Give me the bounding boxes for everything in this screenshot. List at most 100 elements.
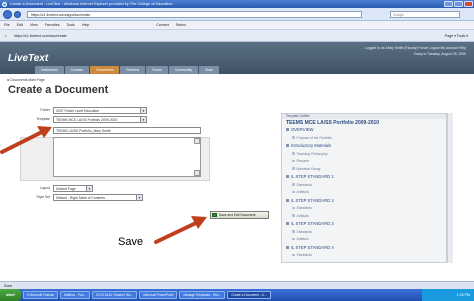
template-outline-panel: Template Outline TEEMS MCE LA/SS Portfol… [281,113,447,263]
save-icon [212,213,217,217]
select-button[interactable]: Select [176,23,186,27]
folder-value: 2007 Folder Level Education [56,109,100,113]
menu-edit[interactable]: Edit [17,23,23,27]
menu-file[interactable]: File [4,23,10,27]
section-icon [286,175,289,179]
convert-button[interactable]: Convert [156,23,169,27]
save-arrow-head [191,216,207,229]
outline-subitem[interactable]: Artifacts [292,237,309,241]
outline-item-label: OVERVIEW [291,127,314,132]
menu-bar: File Edit View Favorites Tools Help Conv… [0,21,474,30]
folder-label: Folder [40,108,50,112]
section-icon [286,222,289,226]
user-info: Logged in as: Mary Smith (Faculty) Forum… [365,45,466,57]
outline-subitem[interactable]: Resume [292,159,309,163]
favorites-star-icon[interactable]: ★ [4,34,7,38]
outline-subitem[interactable]: Standards [292,206,312,210]
address-bar: https://c1.livetext.com/app/doc/create G… [0,8,474,21]
outline-subitem[interactable]: Artifacts [292,190,309,194]
outline-subitem[interactable]: Standards [292,253,312,257]
menu-view[interactable]: View [30,23,38,27]
page-title: Create a Document [8,84,109,96]
folder-select[interactable]: 2007 Folder Level Education ▼ [53,107,147,114]
outline-subitem[interactable]: Teaching Philosophy [292,152,328,156]
tab-dashboard[interactable]: Dashboard [35,66,64,74]
page-icon [292,230,295,233]
tab-tools[interactable]: Tools [198,66,219,74]
site-header: LiveText Logged in as: Mary Smith (Facul… [0,42,474,74]
outline-scrollbar[interactable] [447,113,453,263]
outline-item-label: Introductory Materials [291,143,332,148]
date-line: Today is Tuesday, August 25, 2009 [413,52,466,56]
outline-item-label: Standards [296,182,312,187]
page-icon [292,190,295,194]
tab-reviews[interactable]: Reviews [120,66,146,74]
ie-icon [2,1,7,7]
tab-forms[interactable]: Forms [146,66,168,74]
description-textarea[interactable] [53,137,201,177]
tab-courses[interactable]: Courses [64,66,90,74]
section-icon [286,128,289,132]
menu-help[interactable]: Help [82,23,89,27]
status-bar: Done [0,281,474,289]
outline-subitem[interactable]: Purpose of the Portfolio [292,136,332,140]
outline-subitem[interactable]: Standards [292,230,312,234]
taskbar-item[interactable]: EDCI 5443: Teacher Wo... [92,291,138,299]
search-input[interactable]: Google [390,11,460,18]
outline-section[interactable]: IL STEP STANDARD 4 [286,245,334,250]
page-icon [292,237,295,241]
url-field[interactable]: https://c1.livetext.com/app/doc/create [27,11,362,18]
favorites-tab[interactable]: https://c1.livetext.com/doc/create [14,34,66,38]
page-icon [292,206,295,210]
taskbar-item[interactable]: 5 Microsoft Outlook [22,291,59,299]
page-icon [292,253,295,257]
system-tray: 1:25 PM [422,289,474,301]
layout-select[interactable]: Default Page ▼ [53,185,93,192]
outline-section[interactable]: IL STEP STANDARD 1 [286,174,334,179]
taskbar: start 5 Microsoft Outlook Mailbox - Pau.… [0,289,474,301]
breadcrumb[interactable]: ◄ Documents Main Page [6,78,45,82]
menu-favorites[interactable]: Favorites [45,23,60,27]
minimize-button[interactable] [444,1,453,7]
tab-community[interactable]: Community [168,66,198,74]
outline-section[interactable]: IL STEP STANDARD 2 [286,198,334,203]
close-button[interactable] [464,1,473,7]
save-and-edit-button[interactable]: Save and Edit Document [210,211,269,219]
outline-subitem[interactable]: Standards [292,183,312,187]
page-tools-menu[interactable]: Page ▾ Tools ▾ [445,30,468,42]
title-input[interactable]: TEEMS LA/SS Portfolio_Mary Smith [53,127,201,134]
template-select[interactable]: TEEMS MCE LA/SS Portfolio 2009-2010 ▼ [53,116,147,123]
status-text: Done [4,284,13,288]
save-annotation-label: Save [118,236,144,248]
scroll-down-icon[interactable] [194,170,200,176]
menu-tools[interactable]: Tools [66,23,74,27]
favorites-bar: ★ https://c1.livetext.com/doc/create Pag… [0,30,474,42]
main-nav: Dashboard Courses Documents Reviews Form… [35,66,219,74]
outline-item-label: Standards [296,229,312,234]
taskbar-item[interactable]: Mailbox - Pau... [60,291,91,299]
outline-subitem[interactable]: Narrative Essay [292,167,320,171]
outline-item-label: IL STEP STANDARD 3 [291,221,334,226]
taskbar-item-active[interactable]: Create a Document - Li... [227,291,271,299]
chevron-down-icon: ▼ [140,108,146,113]
forward-icon[interactable] [14,11,21,18]
outline-section[interactable]: Introductory Materials [286,143,331,148]
section-icon [286,245,289,249]
tab-documents[interactable]: Documents [90,66,120,74]
style-set-select[interactable]: Default - Right Table of Contents ▼ [53,194,143,201]
page-icon [292,167,295,170]
outline-header: Template Outline [282,114,446,119]
window-title: Create a Document - LiveText - Windows I… [10,2,173,6]
section-icon [286,144,289,148]
start-button[interactable]: start [0,289,21,301]
back-icon[interactable] [3,10,12,19]
taskbar-item[interactable]: Microsoft PowerPoint [139,291,178,299]
maximize-button[interactable] [454,1,463,7]
clock: 1:25 PM [456,293,470,297]
outline-section[interactable]: OVERVIEW [286,127,314,132]
outline-subitem[interactable]: Artifacts [292,214,309,218]
taskbar-item[interactable]: Manage Templates - Win... [179,291,226,299]
chevron-down-icon: ▼ [86,186,92,191]
outline-section[interactable]: IL STEP STANDARD 3 [286,221,334,226]
scroll-up-icon[interactable] [194,138,200,144]
